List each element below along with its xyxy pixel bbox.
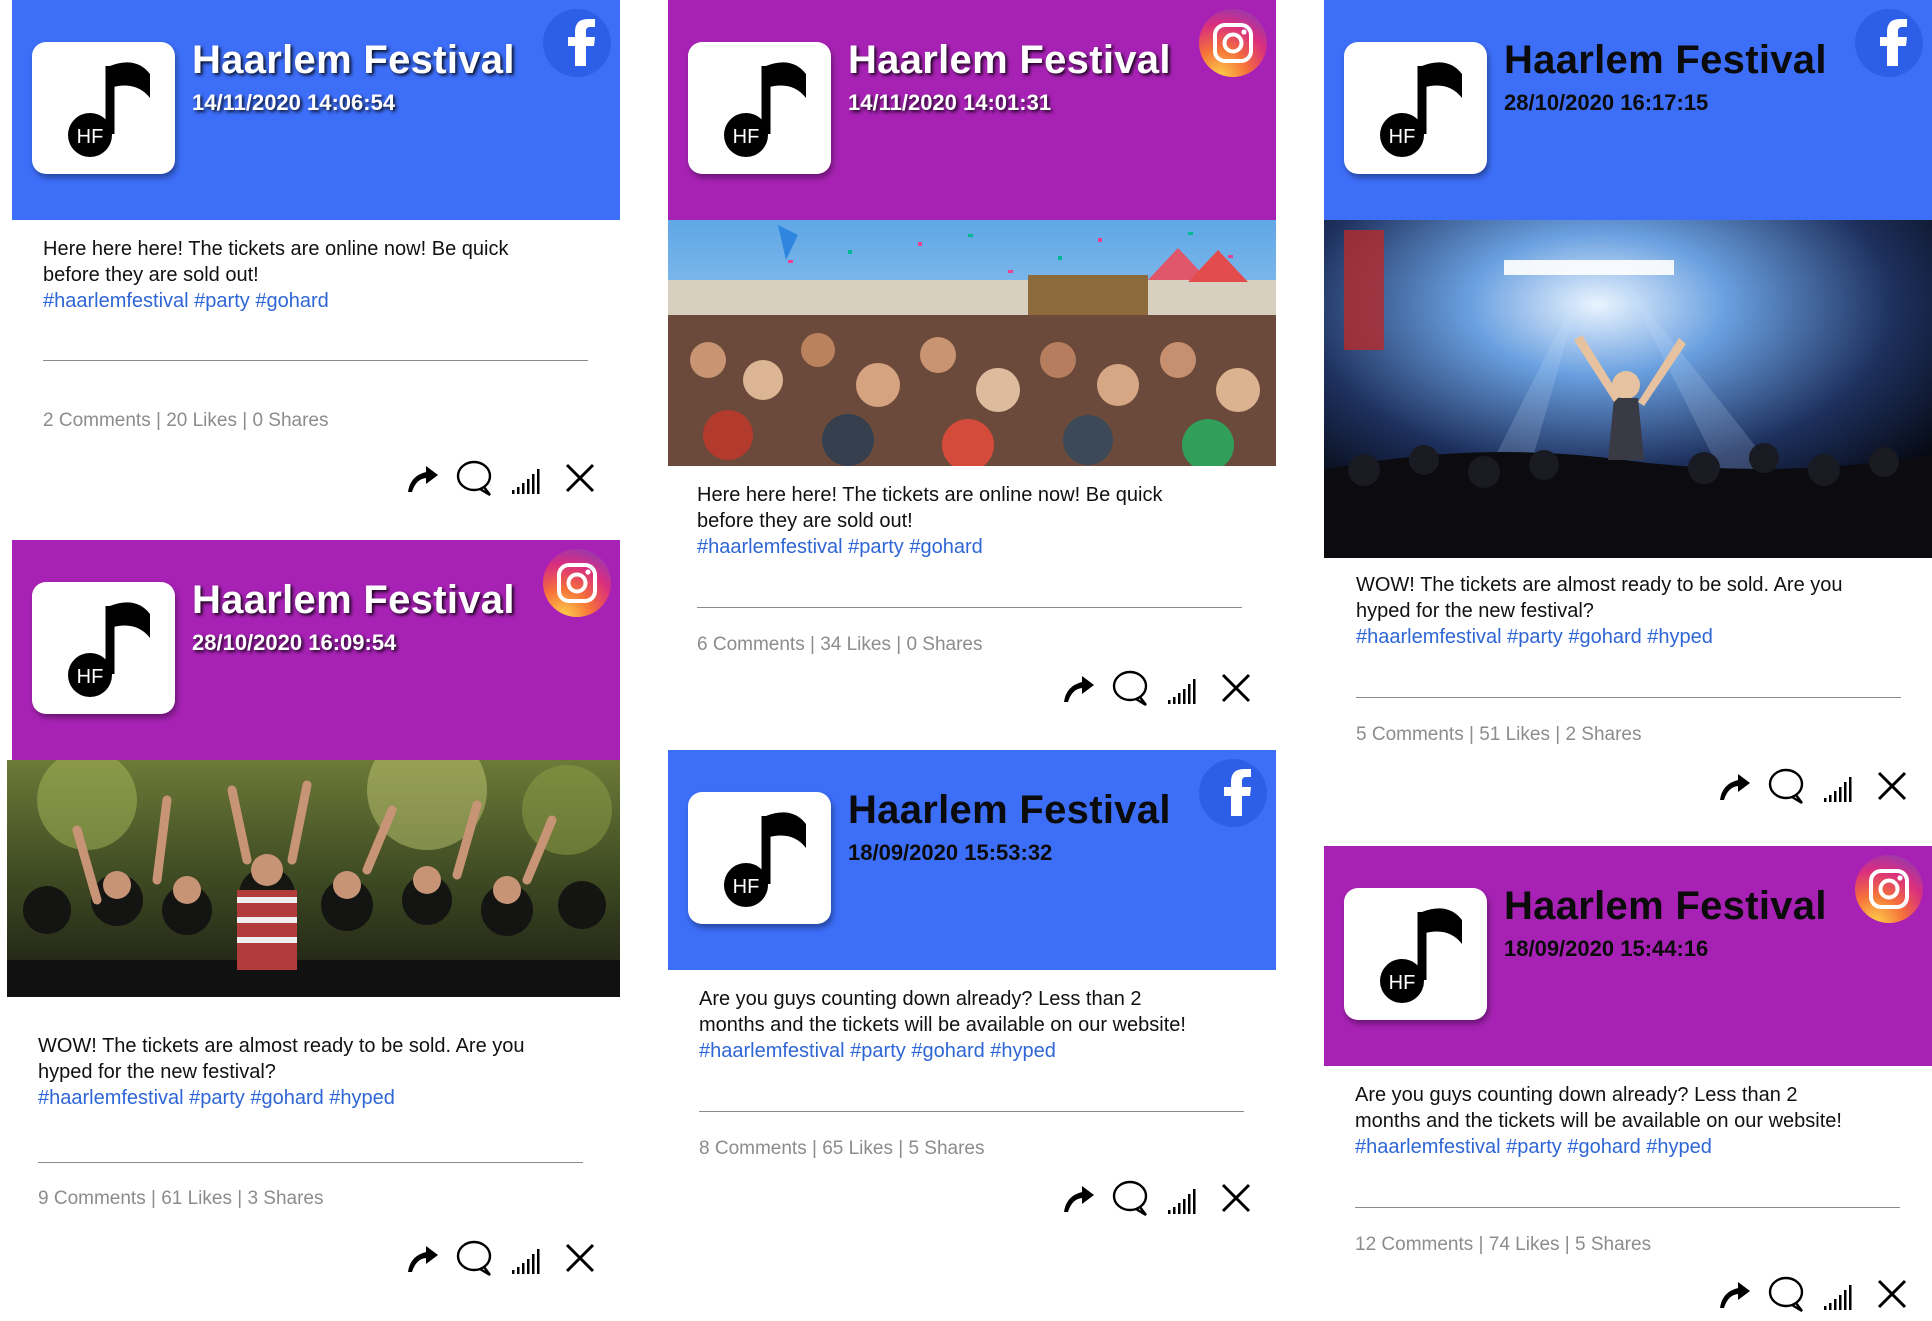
comment-bubble-icon[interactable] [1110, 1178, 1150, 1218]
svg-text:HF: HF [77, 666, 104, 688]
festival-logo: HF [32, 582, 175, 714]
svg-text:HF: HF [733, 126, 760, 148]
post-caption: Are you guys counting down already? Less… [1355, 1082, 1930, 1160]
post-actions [1714, 1274, 1907, 1314]
share-arrow-icon[interactable] [402, 1238, 442, 1278]
post-date: 18/09/2020 15:44:16 [1504, 936, 1709, 961]
share-arrow-icon[interactable] [1058, 668, 1098, 708]
post-caption: WOW! The tickets are almost ready to be … [38, 1033, 608, 1111]
brand-title: Haarlem Festival [848, 788, 1171, 832]
post-photo [1324, 220, 1932, 558]
post-header: HF Haarlem Festival 18/09/2020 15:44:16 [1324, 846, 1932, 1066]
post-stats: 6 Comments | 34 Likes | 0 Shares [697, 634, 983, 655]
comment-bubble-icon[interactable] [1110, 668, 1150, 708]
close-icon[interactable] [1872, 766, 1912, 806]
post-card: HF Haarlem Festival 18/09/2020 15:53:32 … [668, 750, 1276, 1321]
post-card: HF Haarlem Festival 14/11/2020 14:01:31 [668, 0, 1276, 740]
comment-bubble-icon[interactable] [1766, 766, 1806, 806]
brand-title: Haarlem Festival [1504, 38, 1827, 82]
post-date: 14/11/2020 14:01:31 [848, 90, 1052, 115]
festival-logo: HF [32, 42, 175, 174]
post-actions [1058, 1178, 1251, 1218]
post-hashtags[interactable]: #haarlemfestival #party #gohard [43, 288, 603, 314]
post-stats: 5 Comments | 51 Likes | 2 Shares [1356, 724, 1642, 745]
signal-bars-icon[interactable] [1164, 1178, 1204, 1218]
post-header: HF Haarlem Festival 28/10/2020 16:17:15 [1324, 0, 1932, 220]
brand-title: Haarlem Festival [192, 578, 515, 622]
festival-logo: HF [688, 42, 831, 174]
instagram-icon[interactable] [1198, 8, 1268, 78]
post-header: HF Haarlem Festival 14/11/2020 14:06:54 [12, 0, 620, 220]
post-hashtags[interactable]: #haarlemfestival #party #gohard #hyped [699, 1038, 1274, 1064]
close-icon[interactable] [1216, 668, 1256, 708]
instagram-icon[interactable] [542, 548, 612, 618]
brand-title: Haarlem Festival [1504, 884, 1827, 928]
post-hashtags[interactable]: #haarlemfestival #party #gohard #hyped [1356, 624, 1926, 650]
signal-bars-icon[interactable] [1820, 766, 1860, 806]
divider [1355, 1207, 1900, 1208]
post-actions [1058, 668, 1251, 708]
signal-bars-icon[interactable] [1164, 668, 1204, 708]
festival-logo: HF [688, 792, 831, 924]
post-stats: 8 Comments | 65 Likes | 5 Shares [699, 1138, 985, 1159]
festival-logo: HF [1344, 42, 1487, 174]
post-header: HF Haarlem Festival 14/11/2020 14:01:31 [668, 0, 1276, 220]
post-card: HF Haarlem Festival 28/10/2020 16:09:54 [7, 540, 620, 1321]
facebook-icon[interactable] [1854, 8, 1924, 78]
post-stats: 2 Comments | 20 Likes | 0 Shares [43, 410, 329, 431]
post-photo [7, 760, 620, 997]
svg-text:HF: HF [77, 126, 104, 148]
svg-text:HF: HF [1389, 972, 1416, 994]
share-arrow-icon[interactable] [402, 458, 442, 498]
post-photo [668, 220, 1276, 466]
svg-text:HF: HF [733, 876, 760, 898]
facebook-icon[interactable] [1198, 758, 1268, 828]
divider [38, 1162, 583, 1163]
post-caption: Here here here! The tickets are online n… [43, 236, 603, 314]
post-actions [402, 1238, 595, 1278]
festival-logo: HF [1344, 888, 1487, 1020]
share-arrow-icon[interactable] [1058, 1178, 1098, 1218]
facebook-icon[interactable] [542, 8, 612, 78]
post-date: 14/11/2020 14:06:54 [192, 90, 396, 115]
share-arrow-icon[interactable] [1714, 1274, 1754, 1314]
post-caption: WOW! The tickets are almost ready to be … [1356, 572, 1926, 650]
post-caption: Are you guys counting down already? Less… [699, 986, 1274, 1064]
signal-bars-icon[interactable] [1820, 1274, 1860, 1314]
comment-bubble-icon[interactable] [454, 1238, 494, 1278]
divider [43, 360, 588, 361]
post-date: 18/09/2020 15:53:32 [848, 840, 1053, 865]
close-icon[interactable] [560, 1238, 600, 1278]
post-stats: 9 Comments | 61 Likes | 3 Shares [38, 1188, 324, 1209]
post-date: 28/10/2020 16:17:15 [1504, 90, 1709, 115]
close-icon[interactable] [1872, 1274, 1912, 1314]
instagram-icon[interactable] [1854, 854, 1924, 924]
close-icon[interactable] [560, 458, 600, 498]
post-date: 28/10/2020 16:09:54 [192, 630, 397, 655]
divider [1356, 697, 1901, 698]
share-arrow-icon[interactable] [1714, 766, 1754, 806]
post-actions [402, 458, 595, 498]
post-hashtags[interactable]: #haarlemfestival #party #gohard #hyped [38, 1085, 608, 1111]
brand-title: Haarlem Festival [848, 38, 1171, 82]
signal-bars-icon[interactable] [508, 1238, 548, 1278]
post-hashtags[interactable]: #haarlemfestival #party #gohard [697, 534, 1267, 560]
post-actions [1714, 766, 1907, 806]
divider [697, 607, 1242, 608]
svg-text:HF: HF [1389, 126, 1416, 148]
comment-bubble-icon[interactable] [1766, 1274, 1806, 1314]
close-icon[interactable] [1216, 1178, 1256, 1218]
post-header: HF Haarlem Festival 28/10/2020 16:09:54 [12, 540, 620, 760]
brand-title: Haarlem Festival [192, 38, 515, 82]
post-card: HF Haarlem Festival 28/10/2020 16:17:15 [1324, 0, 1932, 820]
divider [699, 1111, 1244, 1112]
post-header: HF Haarlem Festival 18/09/2020 15:53:32 [668, 750, 1276, 970]
post-stats: 12 Comments | 74 Likes | 5 Shares [1355, 1234, 1652, 1255]
post-caption: Here here here! The tickets are online n… [697, 482, 1267, 560]
signal-bars-icon[interactable] [508, 458, 548, 498]
comment-bubble-icon[interactable] [454, 458, 494, 498]
post-hashtags[interactable]: #haarlemfestival #party #gohard #hyped [1355, 1134, 1930, 1160]
post-card: HF Haarlem Festival 14/11/2020 14:06:54 … [12, 0, 620, 530]
post-card: HF Haarlem Festival 18/09/2020 15:44:16 … [1324, 846, 1932, 1321]
